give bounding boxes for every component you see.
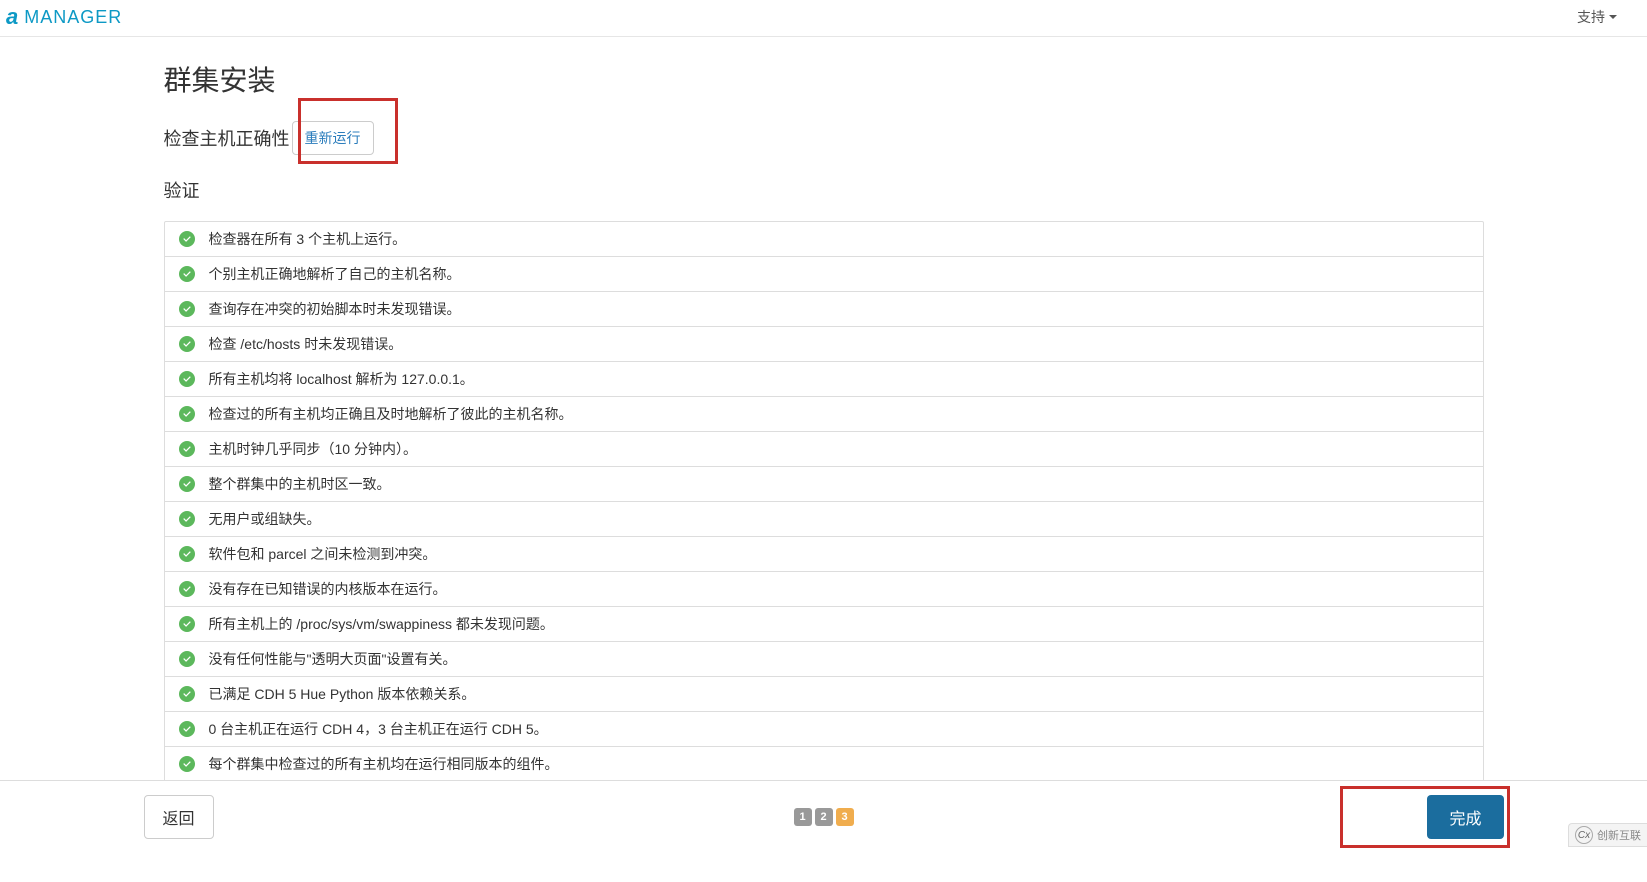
step-page-3[interactable]: 3 (836, 808, 854, 826)
support-label: 支持 (1577, 7, 1605, 27)
validation-text: 检查 /etc/hosts 时未发现错误。 (209, 334, 403, 354)
validation-item[interactable]: 检查器在所有 3 个主机上运行。 (165, 222, 1483, 257)
watermark-logo-icon: Cx (1575, 826, 1593, 844)
validation-item[interactable]: 没有任何性能与"透明大页面"设置有关。 (165, 642, 1483, 677)
check-circle-icon (179, 476, 195, 492)
check-circle-icon (179, 371, 195, 387)
subtitle-text: 检查主机正确性 (164, 125, 290, 151)
validation-item[interactable]: 主机时钟几乎同步（10 分钟内）。 (165, 432, 1483, 467)
support-dropdown[interactable]: 支持 (1577, 7, 1617, 27)
validation-item[interactable]: 每个群集中检查过的所有主机均在运行相同版本的组件。 (165, 747, 1483, 781)
check-circle-icon (179, 441, 195, 457)
watermark-text: 创新互联 (1597, 827, 1641, 843)
validation-item[interactable]: 所有主机均将 localhost 解析为 127.0.0.1。 (165, 362, 1483, 397)
validation-text: 没有任何性能与"透明大页面"设置有关。 (209, 649, 457, 669)
footer-bar: 返回 123 完成 (0, 780, 1647, 853)
validation-text: 0 台主机正在运行 CDH 4，3 台主机正在运行 CDH 5。 (209, 719, 548, 739)
check-circle-icon (179, 546, 195, 562)
validation-item[interactable]: 检查过的所有主机均正确且及时地解析了彼此的主机名称。 (165, 397, 1483, 432)
step-page-2[interactable]: 2 (815, 808, 833, 826)
verify-header: 验证 (164, 177, 1484, 203)
check-circle-icon (179, 266, 195, 282)
check-circle-icon (179, 686, 195, 702)
brand: a MANAGER (6, 4, 122, 30)
validation-text: 所有主机均将 localhost 解析为 127.0.0.1。 (209, 369, 474, 389)
back-button[interactable]: 返回 (144, 795, 214, 839)
rerun-button[interactable]: 重新运行 (292, 121, 374, 155)
finish-button[interactable]: 完成 (1427, 795, 1503, 839)
check-circle-icon (179, 616, 195, 632)
topbar: a MANAGER 支持 (0, 0, 1647, 37)
validation-text: 个别主机正确地解析了自己的主机名称。 (209, 264, 461, 284)
validation-text: 每个群集中检查过的所有主机均在运行相同版本的组件。 (209, 754, 559, 774)
subtitle-row: 检查主机正确性 重新运行 (164, 121, 1484, 155)
validation-item[interactable]: 查询存在冲突的初始脚本时未发现错误。 (165, 292, 1483, 327)
check-circle-icon (179, 231, 195, 247)
validation-list: 检查器在所有 3 个主机上运行。个别主机正确地解析了自己的主机名称。查询存在冲突… (164, 221, 1484, 782)
brand-text: MANAGER (24, 7, 122, 28)
caret-down-icon (1609, 15, 1617, 19)
validation-text: 软件包和 parcel 之间未检测到冲突。 (209, 544, 437, 564)
validation-item[interactable]: 没有存在已知错误的内核版本在运行。 (165, 572, 1483, 607)
validation-item[interactable]: 软件包和 parcel 之间未检测到冲突。 (165, 537, 1483, 572)
validation-item[interactable]: 无用户或组缺失。 (165, 502, 1483, 537)
validation-item[interactable]: 所有主机上的 /proc/sys/vm/swappiness 都未发现问题。 (165, 607, 1483, 642)
step-page-1[interactable]: 1 (794, 808, 812, 826)
brand-logo-icon: a (6, 4, 18, 30)
step-pager: 123 (794, 808, 854, 826)
validation-item[interactable]: 检查 /etc/hosts 时未发现错误。 (165, 327, 1483, 362)
validation-text: 查询存在冲突的初始脚本时未发现错误。 (209, 299, 461, 319)
validation-text: 已满足 CDH 5 Hue Python 版本依赖关系。 (209, 684, 476, 704)
validation-text: 主机时钟几乎同步（10 分钟内）。 (209, 439, 417, 459)
validation-text: 所有主机上的 /proc/sys/vm/swappiness 都未发现问题。 (209, 614, 554, 634)
check-circle-icon (179, 511, 195, 527)
check-circle-icon (179, 651, 195, 667)
validation-text: 检查器在所有 3 个主机上运行。 (209, 229, 407, 249)
check-circle-icon (179, 336, 195, 352)
check-circle-icon (179, 406, 195, 422)
check-circle-icon (179, 301, 195, 317)
validation-item[interactable]: 已满足 CDH 5 Hue Python 版本依赖关系。 (165, 677, 1483, 712)
validation-text: 没有存在已知错误的内核版本在运行。 (209, 579, 447, 599)
page-title: 群集安装 (164, 59, 1484, 99)
validation-text: 整个群集中的主机时区一致。 (209, 474, 391, 494)
main-content: 群集安装 检查主机正确性 重新运行 验证 检查器在所有 3 个主机上运行。个别主… (144, 37, 1504, 882)
check-circle-icon (179, 721, 195, 737)
check-circle-icon (179, 581, 195, 597)
validation-text: 检查过的所有主机均正确且及时地解析了彼此的主机名称。 (209, 404, 573, 424)
watermark: Cx 创新互联 (1568, 823, 1647, 847)
validation-item[interactable]: 0 台主机正在运行 CDH 4，3 台主机正在运行 CDH 5。 (165, 712, 1483, 747)
validation-item[interactable]: 个别主机正确地解析了自己的主机名称。 (165, 257, 1483, 292)
check-circle-icon (179, 756, 195, 772)
validation-text: 无用户或组缺失。 (209, 509, 321, 529)
validation-item[interactable]: 整个群集中的主机时区一致。 (165, 467, 1483, 502)
